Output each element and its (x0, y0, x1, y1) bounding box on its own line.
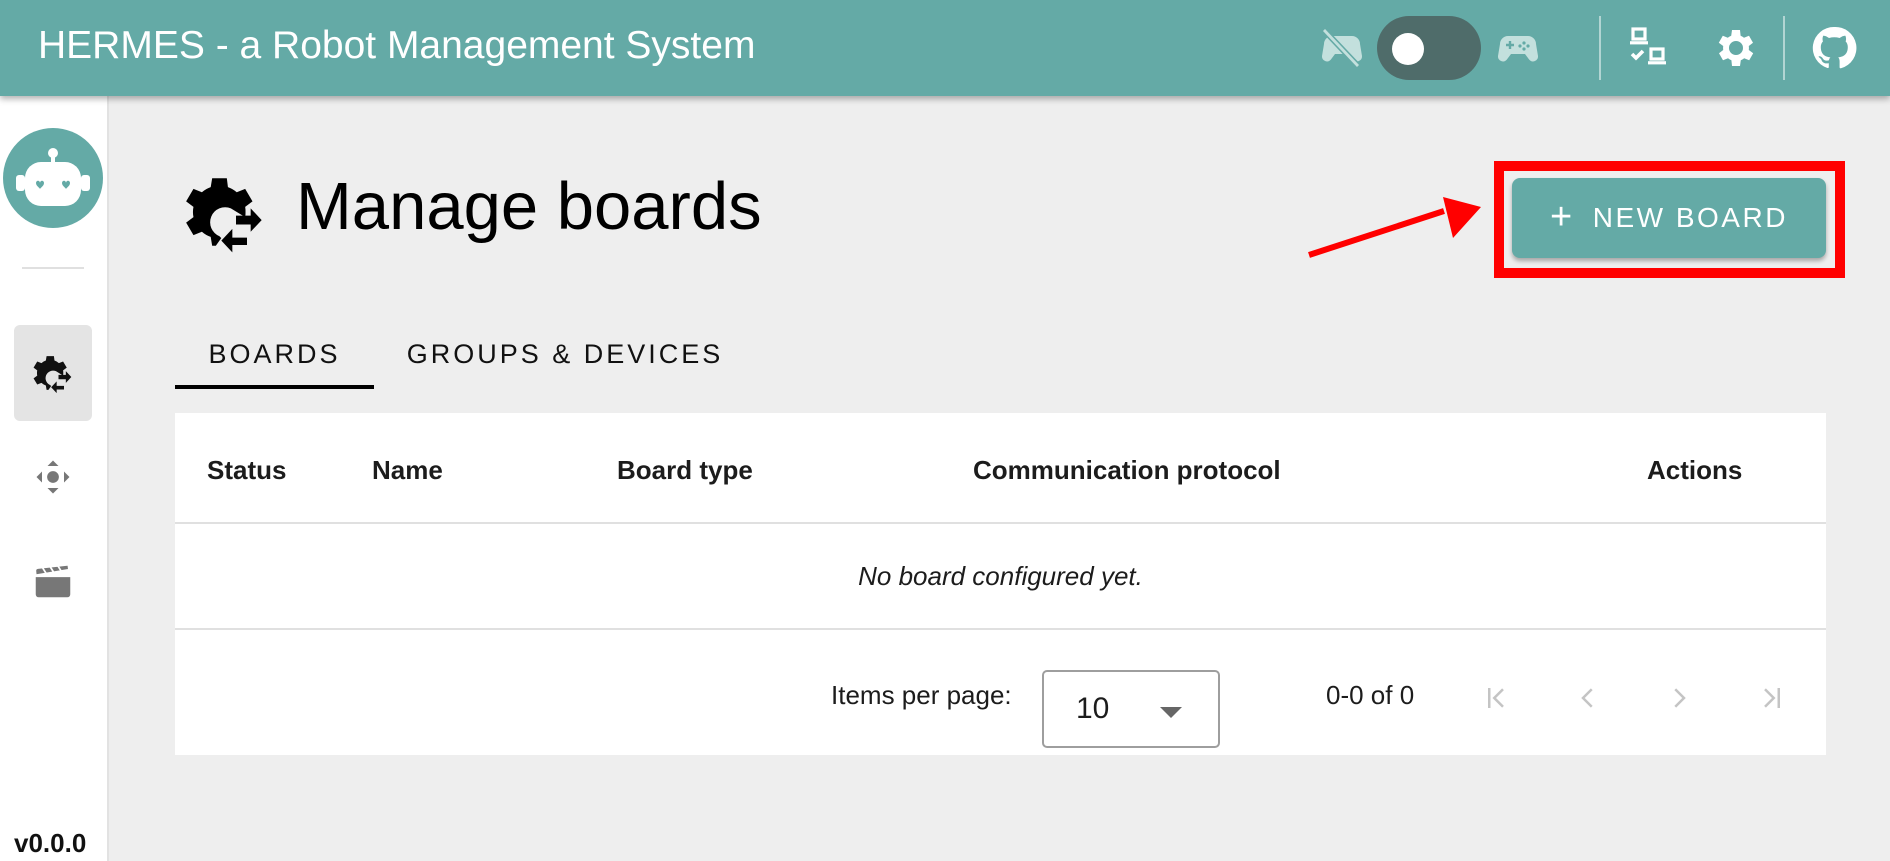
table-header-row: Status Name Board type Communication pro… (175, 413, 1826, 524)
new-board-button[interactable]: + NEW BOARD (1512, 178, 1826, 258)
annotation-arrow-head (1443, 197, 1481, 238)
gear-icon[interactable] (1712, 24, 1760, 72)
gamepad-mode-toggle[interactable] (1377, 16, 1481, 80)
first-page-icon (1488, 688, 1504, 708)
empty-table-message: No board configured yet. (175, 524, 1826, 630)
tab-boards[interactable]: BOARDS (175, 320, 374, 388)
sidebar-item-boards[interactable] (14, 325, 92, 421)
tab-groups-devices[interactable]: GROUPS & DEVICES (390, 320, 740, 388)
devices-check-icon[interactable] (1626, 24, 1674, 72)
github-icon[interactable] (1810, 24, 1858, 72)
sidebar-divider (22, 267, 84, 269)
items-per-page-value: 10 (1076, 692, 1110, 725)
gamepad-icon (1497, 36, 1539, 62)
boards-table: Status Name Board type Communication pro… (175, 413, 1826, 755)
first-page-button[interactable] (1468, 668, 1528, 728)
items-per-page-select[interactable]: 10 (1042, 670, 1220, 748)
dropdown-caret-icon (1160, 707, 1182, 718)
app-header: HERMES - a Robot Management System (0, 0, 1890, 96)
chevron-left-icon (1581, 688, 1593, 708)
chevron-right-icon (1674, 688, 1686, 708)
robot-logo[interactable] (3, 128, 103, 228)
gear-swap-icon (33, 356, 72, 394)
header-divider (1599, 16, 1601, 80)
robot-icon (16, 148, 90, 206)
next-page-button[interactable] (1649, 668, 1709, 728)
page-title: Manage boards (296, 169, 762, 244)
plus-icon: + (1550, 195, 1575, 238)
gamepad-off-icon (1321, 27, 1363, 69)
page-range-label: 0-0 of 0 (1326, 680, 1415, 710)
paginator: Items per page: 10 0-0 of 0 (175, 630, 1826, 755)
active-tab-indicator (175, 385, 374, 389)
move-control-icon (36, 460, 70, 494)
last-page-icon (1764, 688, 1780, 708)
app-title: HERMES - a Robot Management System (38, 24, 756, 67)
sidebar-item-controls[interactable] (14, 429, 92, 525)
items-per-page-label: Items per page: (831, 680, 1012, 710)
manage-boards-icon (186, 178, 262, 253)
annotation-arrow-shaft (1308, 208, 1445, 258)
app-version: v0.0.0 (14, 828, 87, 858)
column-header-status[interactable]: Status (207, 455, 286, 486)
previous-page-button[interactable] (1558, 668, 1618, 728)
sidebar-item-animations[interactable] (14, 533, 92, 629)
toggle-knob[interactable] (1392, 33, 1424, 65)
clapperboard-icon (34, 563, 71, 598)
sidebar: v0.0.0 (0, 96, 109, 861)
new-board-label: NEW BOARD (1592, 202, 1788, 233)
header-divider (1783, 16, 1785, 80)
last-page-button[interactable] (1740, 668, 1800, 728)
column-header-communication-protocol[interactable]: Communication protocol (973, 455, 1281, 486)
column-header-name[interactable]: Name (372, 455, 443, 486)
column-header-actions: Actions (1647, 455, 1743, 485)
column-header-board-type[interactable]: Board type (617, 455, 753, 486)
